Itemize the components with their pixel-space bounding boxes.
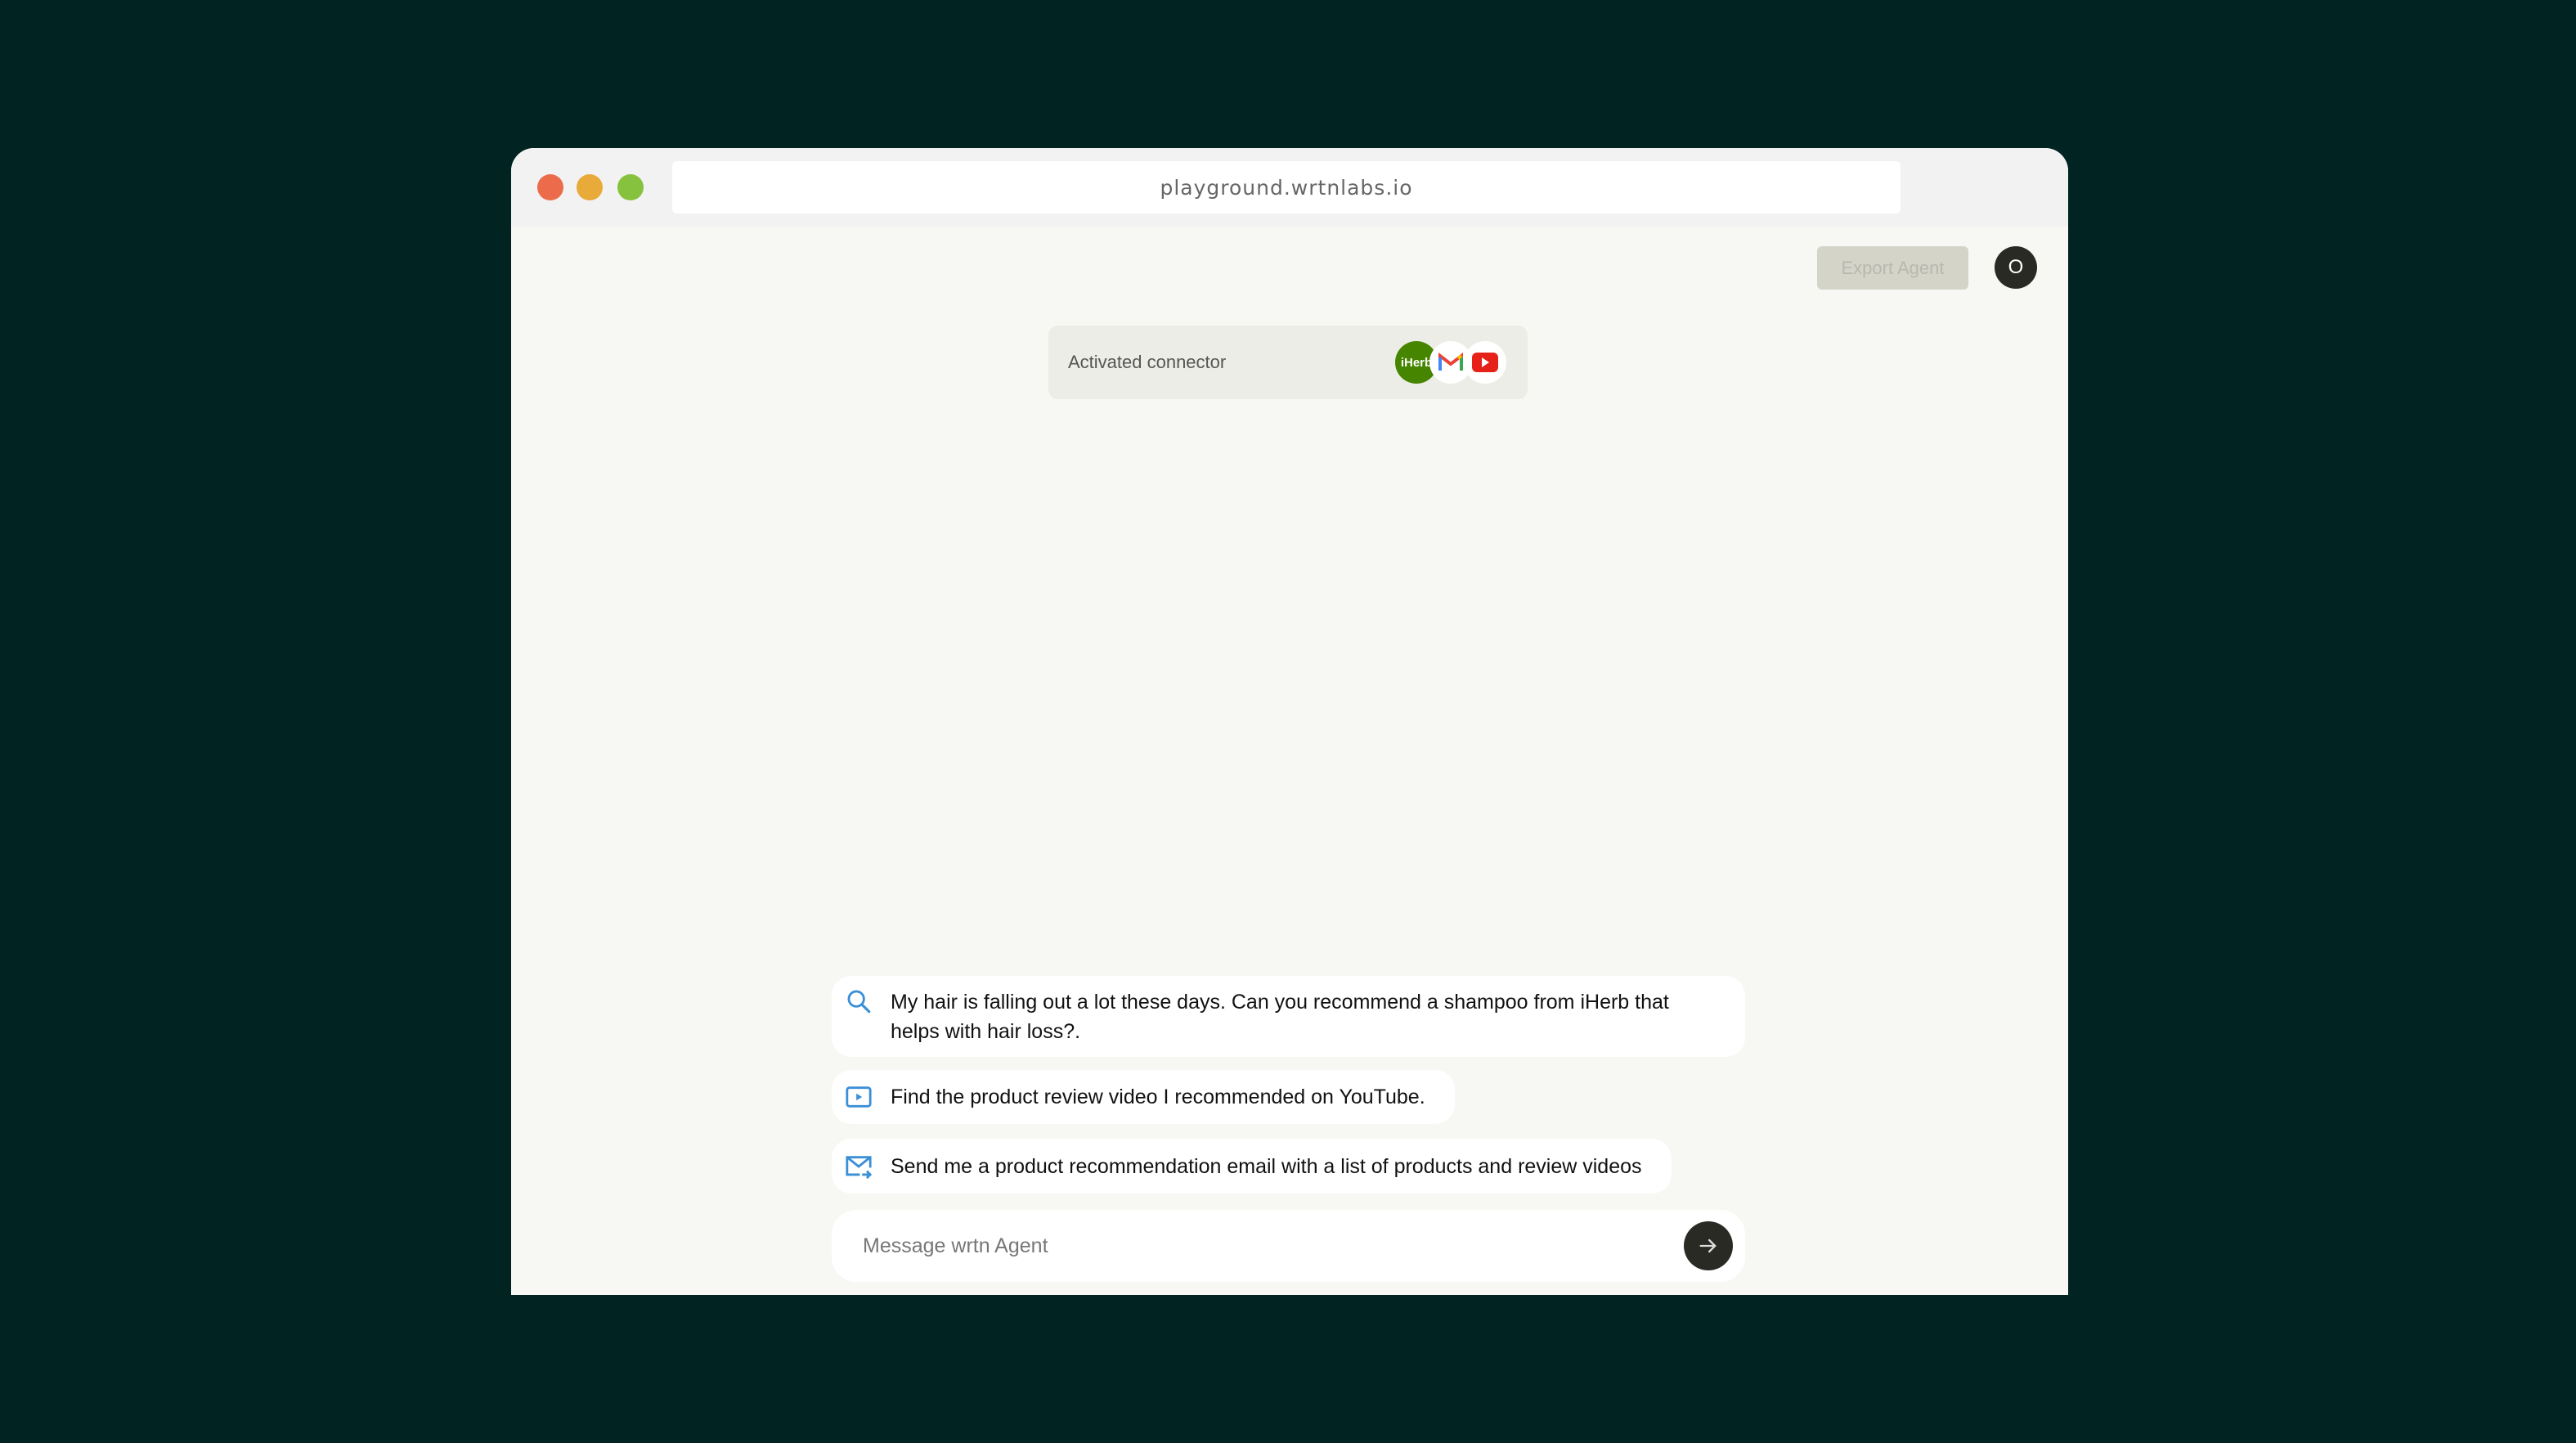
arrow-right-icon	[1699, 1238, 1717, 1253]
iherb-logo-text: iHerb	[1400, 355, 1433, 370]
mail-send-icon	[846, 1155, 873, 1179]
activated-connector-panel: Activated connector iHerb	[1048, 326, 1528, 399]
suggestion-item[interactable]: My hair is falling out a lot these days.…	[832, 976, 1745, 1057]
search-icon	[847, 990, 871, 1014]
minimize-window-button[interactable]	[577, 174, 603, 200]
suggestion-text: Find the product review video I recommen…	[891, 1086, 1425, 1108]
send-button[interactable]	[1684, 1221, 1733, 1270]
avatar[interactable]: O	[1995, 246, 2037, 289]
message-composer	[832, 1210, 1745, 1282]
close-window-button[interactable]	[537, 174, 563, 200]
message-input[interactable]	[863, 1210, 1648, 1282]
suggestion-item[interactable]: Send me a product recommendation email w…	[832, 1139, 1672, 1194]
youtube-icon	[1464, 341, 1506, 384]
connector-label: Activated connector	[1068, 352, 1227, 372]
title-bar: playground.wrtnlabs.io	[511, 148, 2068, 227]
video-icon	[846, 1086, 872, 1108]
suggestion-text: Send me a product recommendation email w…	[891, 1154, 1642, 1178]
export-agent-button[interactable]: Export Agent	[1817, 246, 1968, 290]
browser-window: playground.wrtnlabs.io Export Agent O Ac…	[511, 148, 2068, 1295]
address-bar[interactable]: playground.wrtnlabs.io	[672, 161, 1901, 214]
suggestion-item[interactable]: Find the product review video I recommen…	[832, 1070, 1455, 1124]
suggestion-text: My hair is falling out a lot these days.…	[891, 990, 1669, 1043]
maximize-window-button[interactable]	[617, 174, 644, 200]
